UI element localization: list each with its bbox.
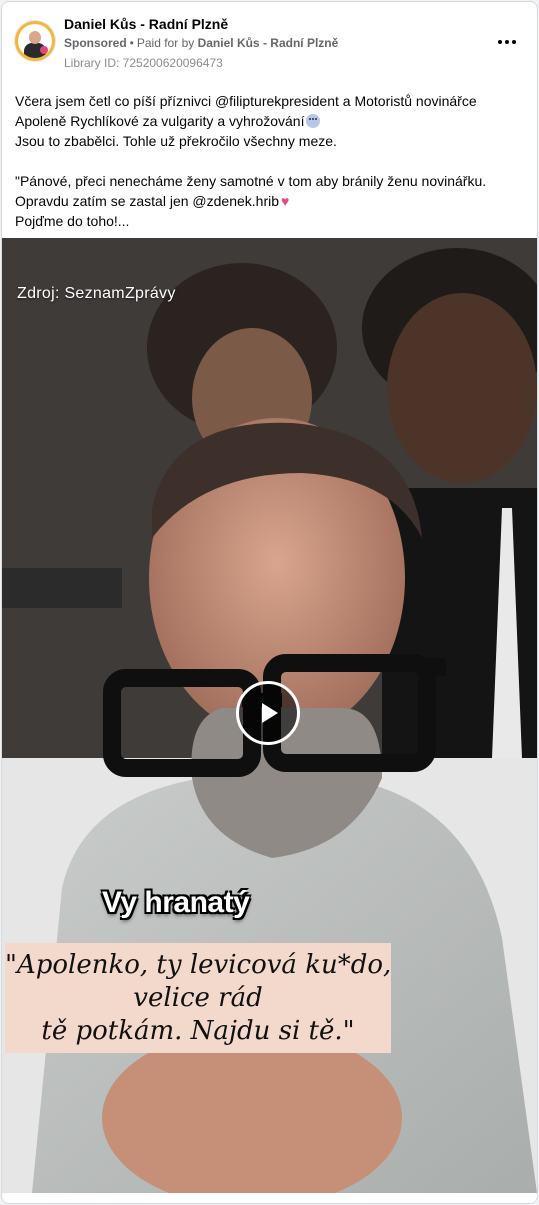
quote-line: "Apolenko, ty levicová ku*do,	[5, 950, 392, 980]
quote-line: velice rád	[133, 983, 263, 1013]
card-footer	[2, 1193, 537, 1203]
page-name-link[interactable]: Daniel Kůs - Radní Plzně	[64, 16, 228, 32]
pink-heart-icon: ♥	[281, 193, 290, 209]
more-horizontal-icon	[498, 40, 502, 44]
post-text-line: Včera jsem četl co píší příznivci @filip…	[15, 93, 477, 109]
payer-name[interactable]: Daniel Kůs - Radní Plzně	[198, 36, 339, 50]
post-body-text: Včera jsem četl co píší příznivci @filip…	[15, 91, 527, 231]
post-text-line: "Pánové, přeci nenecháme ženy samotné v …	[15, 173, 487, 189]
post-header: Daniel Kůs - Radní Plzně Sponsored • Paid …	[2, 2, 537, 82]
post-text-line: Apoleně Rychlíkové za vulgarity a vyhrož…	[15, 113, 305, 129]
post-text-line-emoji: Apoleně Rychlíkové za vulgarity a vyhrož…	[15, 111, 527, 131]
library-id: Library ID: 725200620096473	[64, 56, 223, 70]
ad-card: Daniel Kůs - Radní Plzně Sponsored • Paid …	[1, 1, 538, 1204]
post-text-line-emoji: Opravdu zatím se zastal jen @zdenek.hrib…	[15, 191, 527, 211]
more-options-button[interactable]	[492, 32, 522, 52]
paid-for-prefix: Paid for by	[136, 36, 195, 50]
post-text-line: Jsou to zbabělci. Tohle už překročilo vš…	[15, 133, 337, 149]
quote-line: tě potkám. Najdu si tě."	[41, 1016, 355, 1046]
separator-dot: •	[129, 36, 134, 50]
post-text-line: Opravdu zatím se zastal jen @zdenek.hrib	[15, 193, 280, 209]
sponsored-line: Sponsored • Paid for by Daniel Kůs - Radní…	[64, 36, 338, 50]
video-player[interactable]: Zdroj: SeznamZprávy Vy hranatý "Apolenko…	[2, 238, 537, 1193]
video-caption-speaker: Vy hranatý	[102, 886, 250, 919]
page-avatar[interactable]	[15, 21, 55, 61]
video-source-label: Zdroj: SeznamZprávy	[17, 285, 176, 302]
video-quote-box: "Apolenko, ty levicová ku*do, velice rád…	[5, 943, 391, 1053]
play-button[interactable]	[236, 681, 300, 745]
sponsored-label: Sponsored	[64, 36, 127, 50]
face-with-spiral-eyes-icon	[306, 114, 321, 128]
play-icon	[262, 703, 278, 723]
avatar-image	[18, 24, 52, 58]
post-text-line[interactable]: Pojďme do toho!...	[15, 211, 527, 231]
